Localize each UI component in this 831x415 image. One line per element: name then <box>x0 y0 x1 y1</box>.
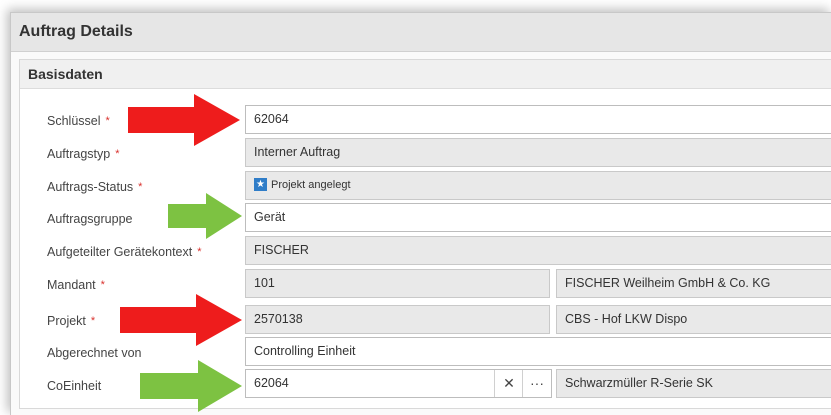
required-marker: * <box>105 115 110 127</box>
mandant-description: FISCHER Weilheim GmbH & Co. KG <box>556 269 831 298</box>
schluessel-label: Schlüssel * <box>47 114 110 128</box>
coeinheit-input[interactable]: 62064 ✕ ··· <box>245 369 552 398</box>
required-marker: * <box>115 148 120 160</box>
coeinheit-description: Schwarzmüller R-Serie SK <box>556 369 831 398</box>
required-marker: * <box>197 246 202 258</box>
close-icon[interactable]: ✕ <box>494 370 523 397</box>
green-arrow-icon <box>168 193 242 239</box>
red-arrow-icon <box>128 94 240 146</box>
mandant-field: 101 <box>245 269 550 298</box>
abgerechnet-von-input[interactable]: Controlling Einheit <box>245 337 831 366</box>
coeinheit-value: 62064 <box>254 376 289 390</box>
required-marker: * <box>138 181 143 193</box>
required-marker: * <box>90 315 96 327</box>
star-flag-icon: ★ <box>254 178 267 192</box>
projekt-field: 2570138 <box>245 305 550 334</box>
green-arrow-icon <box>140 360 242 412</box>
auftragstyp-label: Auftragstyp * <box>47 147 120 161</box>
geraetekontext-label: Aufgeteilter Gerätekontext * <box>47 245 202 259</box>
auftrags-status-field: ★ Projekt angelegt <box>245 171 831 200</box>
auftragsgruppe-label: Auftragsgruppe <box>47 212 133 226</box>
projekt-description: CBS - Hof LKW Dispo <box>556 305 831 334</box>
geraetekontext-field: FISCHER <box>245 236 831 265</box>
auftragsgruppe-input[interactable]: Gerät <box>245 203 831 232</box>
section-header: Basisdaten <box>20 60 831 89</box>
panel-header: Auftrag Details <box>11 13 831 52</box>
red-arrow-icon <box>120 294 242 346</box>
section-title: Basisdaten <box>28 66 103 82</box>
coeinheit-label: CoEinheit <box>47 379 102 393</box>
ellipsis-icon[interactable]: ··· <box>522 370 551 397</box>
panel-title: Auftrag Details <box>19 23 133 40</box>
schluessel-input[interactable]: 62064 <box>245 105 831 134</box>
auftragstyp-field: Interner Auftrag <box>245 138 831 167</box>
mandant-label: Mandant * <box>47 278 105 292</box>
required-marker: * <box>100 279 105 291</box>
abgerechnet-von-label: Abgerechnet von <box>47 346 142 360</box>
projekt-label: Projekt * <box>47 314 96 328</box>
auftrags-status-label: Auftrags-Status * <box>47 180 143 194</box>
